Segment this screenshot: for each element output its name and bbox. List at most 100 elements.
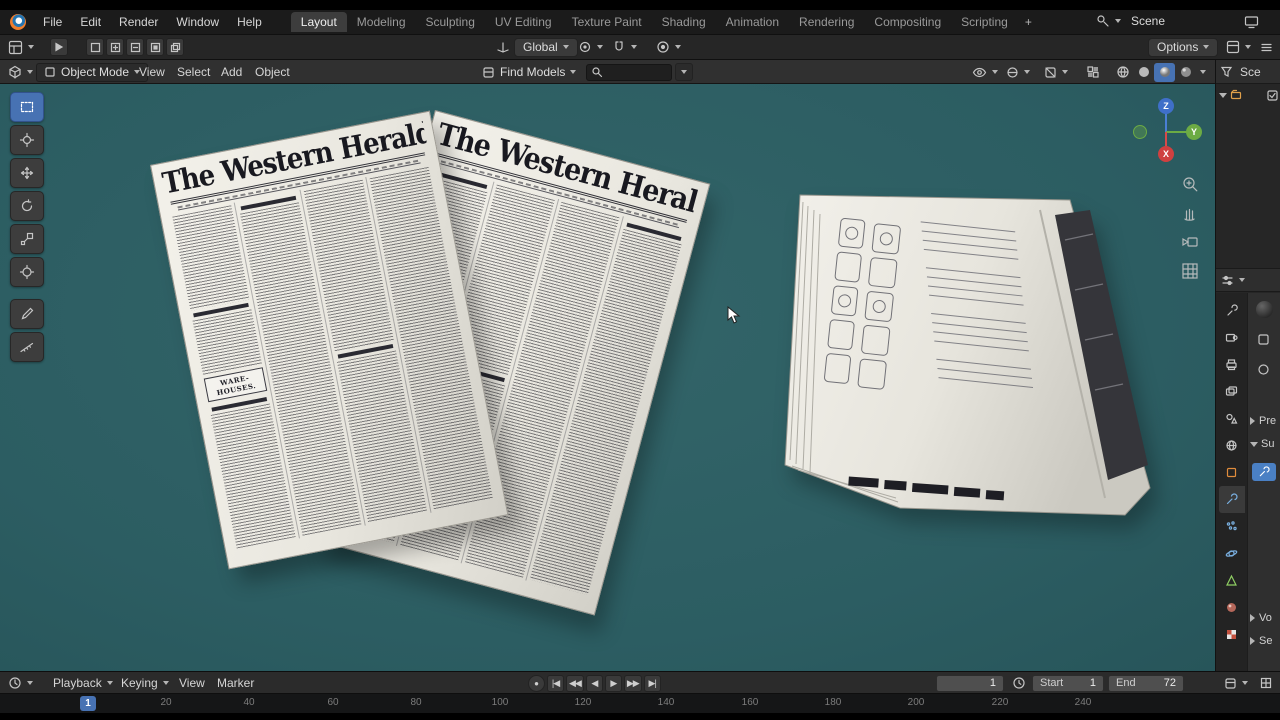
search-options-button[interactable]: [675, 63, 693, 81]
panel-icon[interactable]: [1257, 363, 1270, 376]
tab-animation[interactable]: Animation: [716, 12, 789, 32]
shading-solid-button[interactable]: [1133, 63, 1154, 82]
viewport-3d[interactable]: The Western Herald. The Western Herald. …: [0, 84, 1215, 671]
use-preview-range-icon[interactable]: [1012, 672, 1026, 694]
tab-output[interactable]: [1219, 351, 1245, 378]
frame-start-field[interactable]: Start 1: [1032, 672, 1104, 694]
tab-layout[interactable]: Layout: [290, 12, 347, 32]
panel-preview[interactable]: Pre: [1250, 415, 1276, 427]
menu-playback[interactable]: Playback: [44, 672, 122, 694]
editor-type-button[interactable]: [8, 35, 34, 59]
blender-logo-icon[interactable]: [10, 14, 26, 30]
tool-annotate[interactable]: [10, 299, 44, 329]
orthographic-grid-icon[interactable]: [1180, 261, 1200, 281]
proportional-editing-toggle[interactable]: [656, 35, 681, 59]
camera-view-icon[interactable]: [1180, 232, 1200, 252]
active-tool-indicator[interactable]: [50, 35, 70, 59]
expand-icon[interactable]: [1219, 92, 1227, 98]
display-settings-icon[interactable]: [1244, 15, 1259, 29]
jump-to-end-button[interactable]: ▶|: [643, 674, 661, 692]
tab-particles[interactable]: [1219, 513, 1245, 540]
tool-rotate[interactable]: [10, 191, 44, 221]
tool-move[interactable]: [10, 158, 44, 188]
jump-to-start-button[interactable]: |◀: [547, 674, 564, 692]
tab-tool[interactable]: [1219, 297, 1245, 324]
add-workspace-button[interactable]: +: [1018, 12, 1039, 32]
timeline-editor-type-button[interactable]: [8, 672, 33, 694]
tab-shading[interactable]: Shading: [652, 12, 716, 32]
pan-hand-icon[interactable]: [1180, 203, 1200, 223]
tab-object-data[interactable]: [1219, 567, 1245, 594]
tab-rendering[interactable]: Rendering: [789, 12, 864, 32]
outliner-collection-row[interactable]: [1216, 86, 1280, 104]
shading-rendered-button[interactable]: [1175, 63, 1196, 82]
tab-texture[interactable]: [1219, 621, 1245, 648]
editor-type-button-secondary[interactable]: [1226, 35, 1251, 59]
select-mode-intersect[interactable]: [166, 38, 184, 56]
search-input[interactable]: [606, 66, 666, 78]
tab-texture-paint[interactable]: Texture Paint: [562, 12, 652, 32]
menu-list-icon[interactable]: [1260, 35, 1273, 59]
properties-header[interactable]: [1216, 268, 1280, 292]
scene-selector[interactable]: Scene: [1096, 14, 1165, 28]
gizmo-y-neg-axis[interactable]: [1133, 125, 1147, 139]
tool-transform[interactable]: [10, 257, 44, 287]
frame-ruler[interactable]: 20 40 60 80 100 120 140 160 180 200 220 …: [0, 694, 1280, 713]
filter-icon[interactable]: [1220, 65, 1233, 78]
viewport-editor-type-button[interactable]: [8, 60, 33, 84]
tab-view-layer[interactable]: [1219, 378, 1245, 405]
shading-material-preview-button[interactable]: [1154, 62, 1175, 82]
show-overlays-dropdown[interactable]: [1006, 60, 1030, 84]
playhead-current-frame[interactable]: 1: [80, 696, 96, 711]
panel-volume[interactable]: Vo: [1250, 612, 1272, 624]
tool-measure[interactable]: [10, 332, 44, 362]
play-reverse-button[interactable]: ◀: [585, 674, 603, 692]
tab-physics[interactable]: [1219, 540, 1245, 567]
tab-world[interactable]: [1219, 432, 1245, 459]
folded-newspaper-object[interactable]: [770, 170, 1165, 535]
transform-orientation-dropdown[interactable]: Global: [496, 35, 578, 59]
prev-keyframe-button[interactable]: ◀◀: [566, 674, 584, 692]
show-gizmo-dropdown[interactable]: [972, 60, 998, 84]
select-mode-subtract[interactable]: [126, 38, 144, 56]
find-models-dropdown[interactable]: Find Models: [482, 60, 577, 84]
frame-end-field[interactable]: End 72: [1108, 672, 1184, 694]
search-field[interactable]: [586, 63, 672, 81]
tool-box-select[interactable]: [10, 92, 44, 122]
menu-keying[interactable]: Keying: [112, 672, 178, 694]
tab-sculpting[interactable]: Sculpting: [416, 12, 485, 32]
menu-marker[interactable]: Marker: [208, 672, 263, 694]
current-frame-field[interactable]: 1: [936, 672, 1004, 694]
panel-settings[interactable]: Se: [1250, 635, 1272, 647]
options-dropdown[interactable]: Options: [1148, 35, 1219, 59]
material-preview-sphere[interactable]: [1256, 301, 1273, 318]
menu-object[interactable]: Object: [246, 60, 299, 84]
menu-edit[interactable]: Edit: [71, 15, 110, 29]
tool-cursor[interactable]: [10, 125, 44, 155]
menu-help[interactable]: Help: [228, 15, 271, 29]
tool-scale[interactable]: [10, 224, 44, 254]
xray-toggle-button[interactable]: [1086, 60, 1100, 84]
panel-subdivision[interactable]: Su: [1250, 438, 1274, 450]
menu-render[interactable]: Render: [110, 15, 167, 29]
visibility-checkbox[interactable]: [1267, 89, 1278, 101]
shading-wireframe-button[interactable]: [1112, 63, 1133, 82]
tab-compositing[interactable]: Compositing: [864, 12, 951, 32]
timeline-options-button[interactable]: [1224, 672, 1248, 694]
tab-scripting[interactable]: Scripting: [951, 12, 1018, 32]
panel-icon[interactable]: [1257, 333, 1270, 346]
timeline-grid-icon[interactable]: [1260, 672, 1272, 694]
tab-scene[interactable]: [1219, 405, 1245, 432]
tab-material[interactable]: [1219, 594, 1245, 621]
select-mode-set[interactable]: [86, 38, 104, 56]
xray-dropdown[interactable]: [1044, 60, 1068, 84]
tab-object[interactable]: [1219, 459, 1245, 486]
tab-render[interactable]: [1219, 324, 1245, 351]
snap-toggle[interactable]: [612, 35, 637, 59]
select-mode-extend[interactable]: [106, 38, 124, 56]
pivot-point-dropdown[interactable]: [578, 35, 603, 59]
navigation-gizmo[interactable]: Z Y X: [1128, 90, 1204, 166]
modifier-active-button[interactable]: [1252, 463, 1276, 481]
tab-modifiers[interactable]: [1218, 486, 1245, 513]
tab-modeling[interactable]: Modeling: [347, 12, 416, 32]
